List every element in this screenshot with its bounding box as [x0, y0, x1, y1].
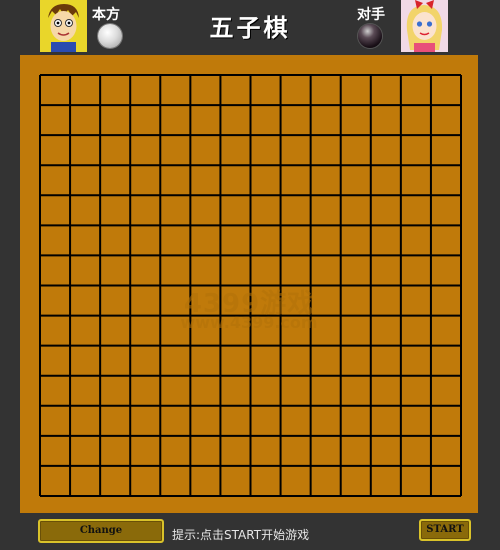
- change-button[interactable]: Change: [38, 519, 164, 543]
- white-stone-icon: [98, 24, 122, 48]
- black-stone-icon: [358, 24, 382, 48]
- game-title: 五子棋: [209, 13, 291, 42]
- self-label: 本方: [92, 7, 120, 23]
- hint-text: 提示:点击START开始游戏: [172, 528, 310, 542]
- watermark-url: www.4399.com: [180, 313, 318, 332]
- start-button[interactable]: START: [419, 519, 471, 541]
- player-opponent-avatar: [401, 0, 448, 52]
- game-board[interactable]: 4399游戏 www.4399.com: [20, 55, 478, 513]
- player-self-avatar: [40, 0, 87, 52]
- footer: Change 提示:点击START开始游戏 START: [0, 514, 500, 550]
- header: 本方 五子棋 对手: [0, 0, 500, 54]
- opponent-label: 对手: [357, 7, 385, 23]
